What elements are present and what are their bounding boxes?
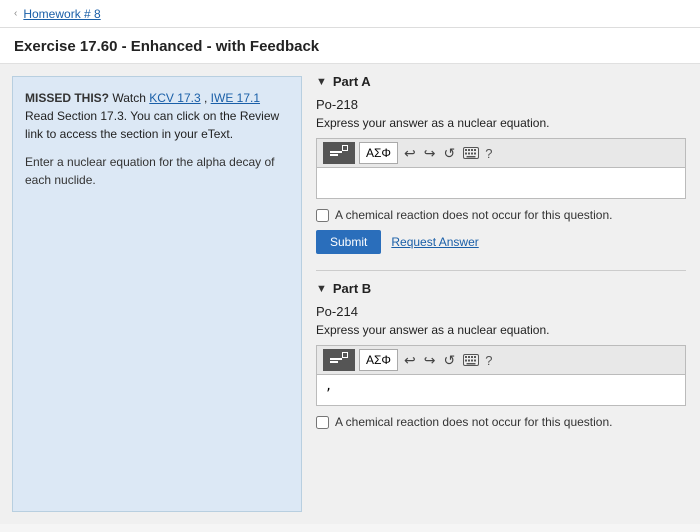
part-a-redo-button[interactable]: ↪: [422, 145, 438, 162]
left-panel: MISSED THIS? Watch KCV 17.3 , IWE 17.1 R…: [12, 76, 302, 512]
missed-label: MISSED THIS?: [25, 91, 109, 105]
left-panel-instruction: Enter a nuclear equation for the alpha d…: [25, 153, 289, 189]
part-a-collapse-arrow[interactable]: ▼: [316, 76, 327, 88]
top-bar: ‹ Homework # 8: [0, 0, 700, 28]
part-a-action-row: Submit Request Answer: [316, 230, 686, 254]
part-a-label: Part A: [333, 74, 371, 89]
part-a-keyboard-button[interactable]: [461, 147, 481, 159]
part-a-header: ▼ Part A: [316, 74, 686, 89]
part-a-section: ▼ Part A Po-218 Express your answer as a…: [316, 74, 686, 254]
page-title: Exercise 17.60 - Enhanced - with Feedbac…: [14, 38, 686, 55]
part-b-no-reaction-checkbox[interactable]: [316, 416, 329, 429]
part-b-express-label: Express your answer as a nuclear equatio…: [316, 323, 686, 337]
part-b-input-container: ,: [316, 374, 686, 409]
right-panel: ▼ Part A Po-218 Express your answer as a…: [302, 64, 700, 524]
part-b-refresh-button[interactable]: ↺: [441, 352, 457, 369]
comma-sep: ,: [204, 91, 211, 105]
part-b-redo-button[interactable]: ↪: [422, 352, 438, 369]
part-a-checkbox-label: A chemical reaction does not occur for t…: [335, 208, 612, 222]
part-b-equation-icon-btn[interactable]: [323, 349, 355, 371]
part-a-toolbar: ΑΣΦ ↩ ↪ ↺: [316, 138, 686, 167]
part-a-no-reaction-checkbox[interactable]: [316, 209, 329, 222]
part-a-asf-button[interactable]: ΑΣΦ: [359, 142, 398, 164]
part-b-toolbar: ΑΣΦ ↩ ↪ ↺: [316, 345, 686, 374]
part-a-checkbox-row: A chemical reaction does not occur for t…: [316, 208, 686, 222]
part-b-answer-input[interactable]: ,: [316, 374, 686, 406]
breadcrumb-area: ‹ Homework # 8: [14, 7, 101, 21]
watch-text: Watch: [112, 91, 149, 105]
part-a-equation-icon-btn[interactable]: [323, 142, 355, 164]
part-a-undo-button[interactable]: ↩: [402, 145, 418, 162]
iwe-link[interactable]: IWE 17.1: [211, 91, 260, 105]
part-b-help-icon[interactable]: ?: [485, 353, 492, 368]
part-b-header: ▼ Part B: [316, 281, 686, 296]
part-a-nuclide: Po-218: [316, 97, 686, 112]
part-a-help-icon[interactable]: ?: [485, 146, 492, 161]
part-b-collapse-arrow[interactable]: ▼: [316, 283, 327, 295]
page-header: Exercise 17.60 - Enhanced - with Feedbac…: [0, 28, 700, 64]
part-b-keyboard-button[interactable]: [461, 354, 481, 366]
part-a-submit-button[interactable]: Submit: [316, 230, 381, 254]
part-b-section: ▼ Part B Po-214 Express your answer as a…: [316, 281, 686, 429]
kcv-link[interactable]: KCV 17.3: [149, 91, 200, 105]
part-a-express-label: Express your answer as a nuclear equatio…: [316, 116, 686, 130]
part-b-asf-button[interactable]: ΑΣΦ: [359, 349, 398, 371]
read-text: Read Section 17.3. You can click on the …: [25, 109, 279, 141]
part-b-label: Part B: [333, 281, 371, 296]
part-a-request-answer-link[interactable]: Request Answer: [391, 235, 478, 249]
back-chevron: ‹: [14, 8, 17, 19]
breadcrumb-label[interactable]: Homework # 8: [23, 7, 100, 21]
part-b-checkbox-label: A chemical reaction does not occur for t…: [335, 415, 612, 429]
part-b-nuclide: Po-214: [316, 304, 686, 319]
main-layout: MISSED THIS? Watch KCV 17.3 , IWE 17.1 R…: [0, 64, 700, 524]
part-b-checkbox-row: A chemical reaction does not occur for t…: [316, 415, 686, 429]
part-a-refresh-button[interactable]: ↺: [441, 145, 457, 162]
part-b-undo-button[interactable]: ↩: [402, 352, 418, 369]
part-a-answer-input[interactable]: [316, 167, 686, 199]
part-divider: [316, 270, 686, 271]
